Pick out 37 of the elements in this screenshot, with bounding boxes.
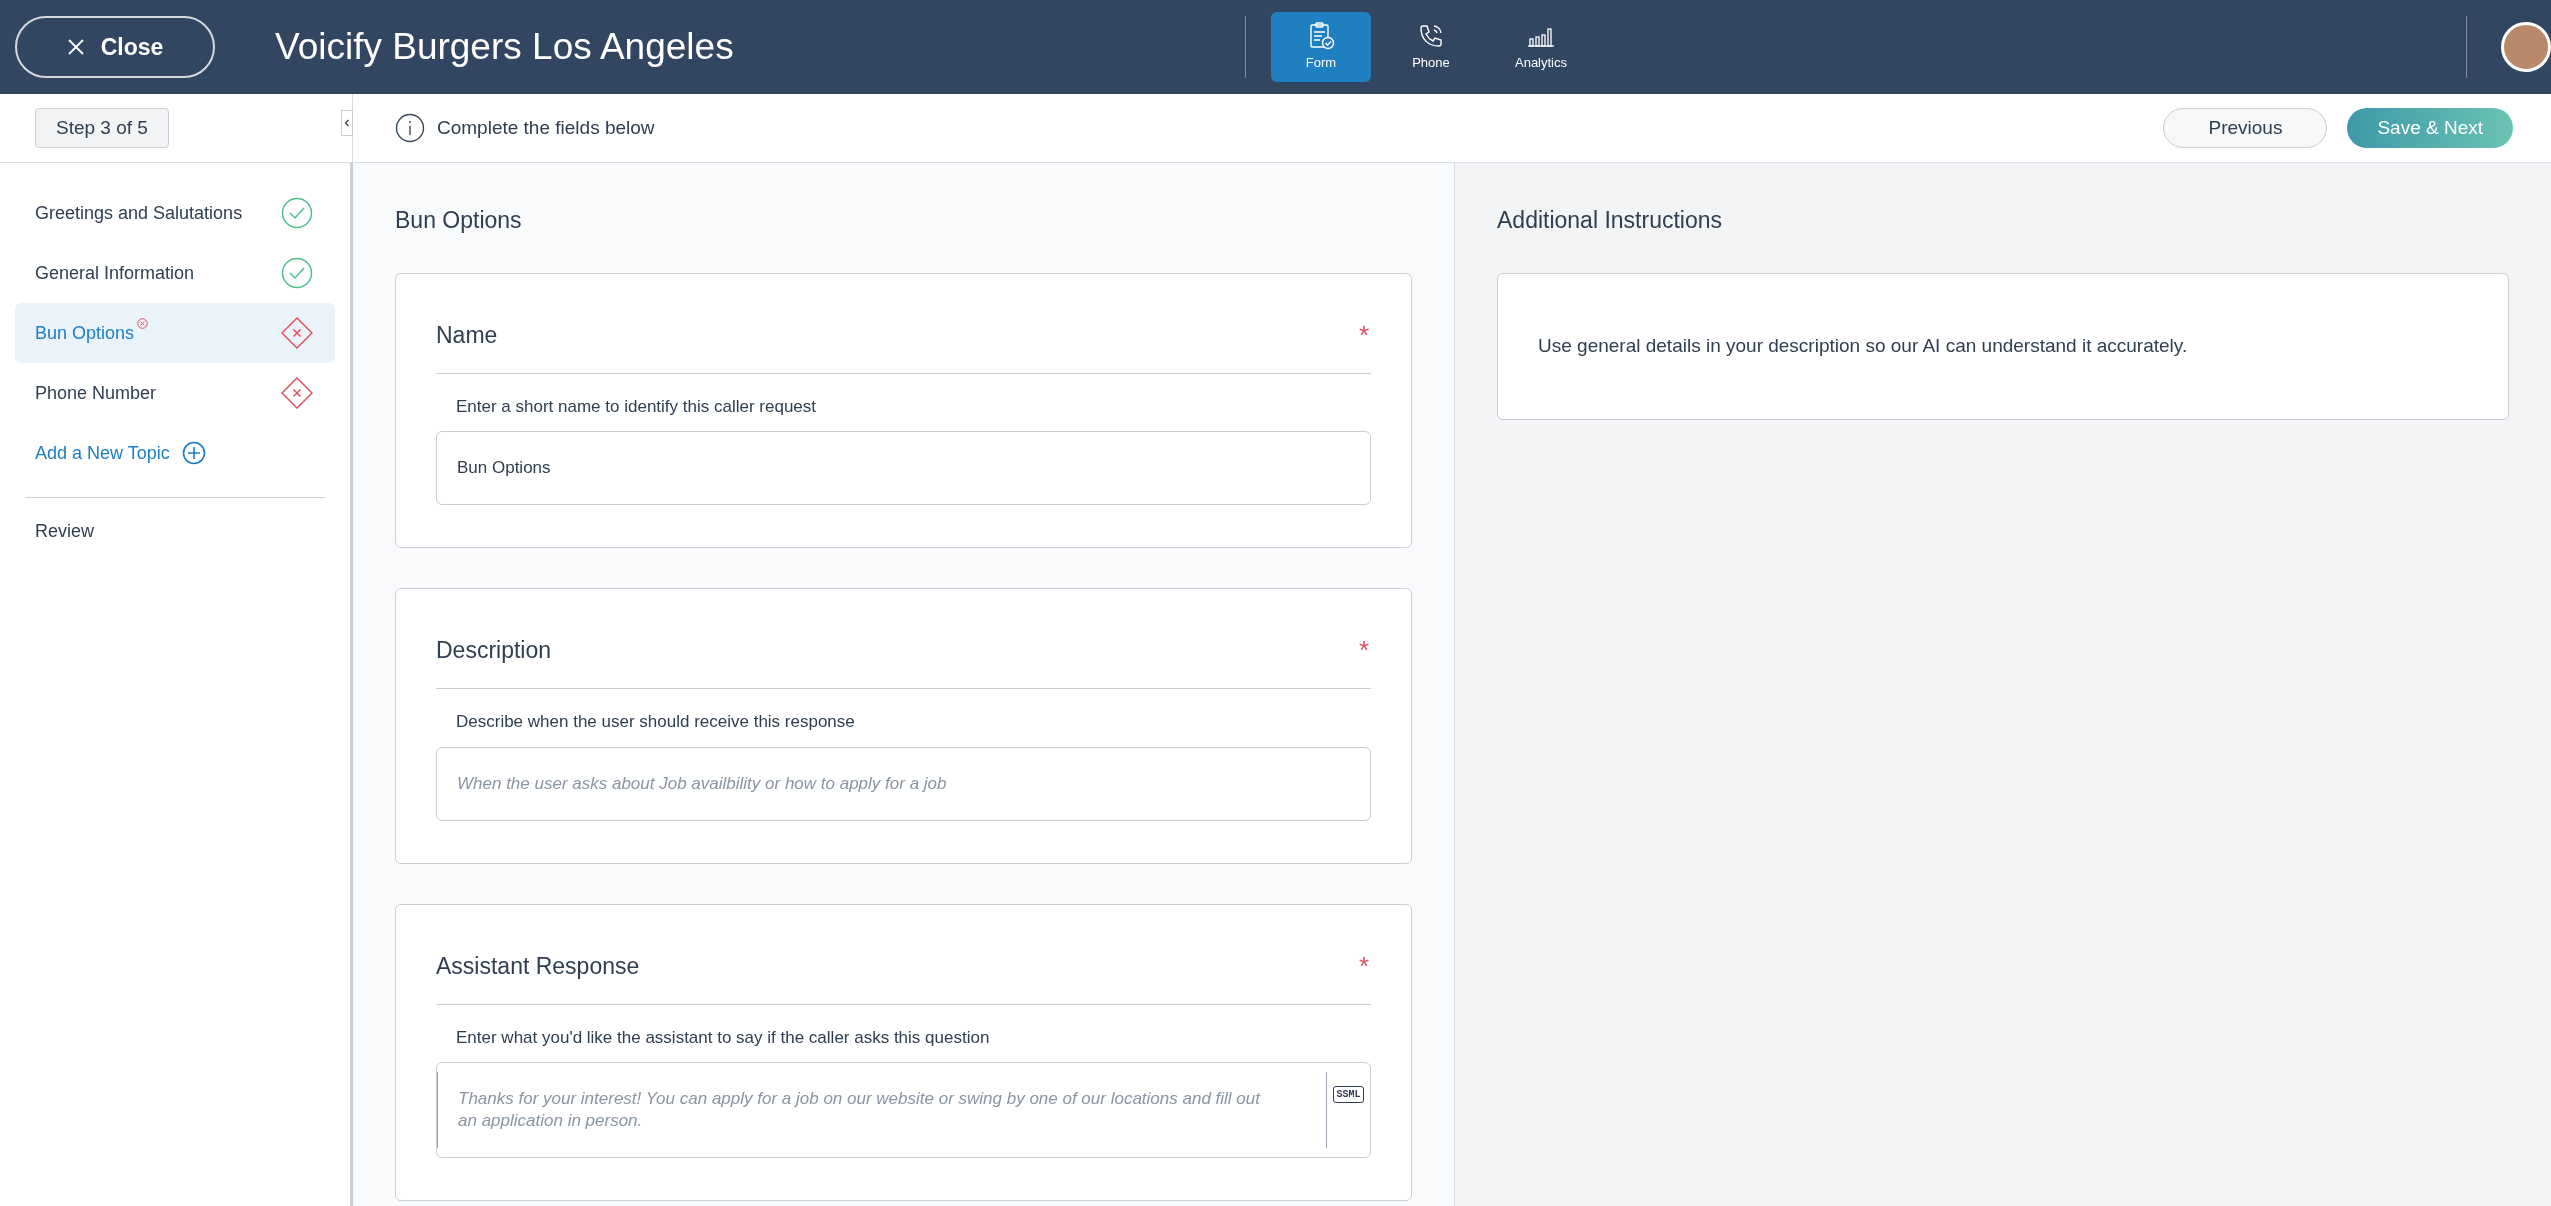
sidebar-item[interactable]: Greetings and Salutations: [15, 183, 335, 243]
sidebar-item[interactable]: Phone Number: [15, 363, 335, 423]
instruction-text: Complete the fields below: [437, 115, 655, 140]
info-icon: [395, 113, 425, 143]
field-hint: Enter a short name to identify this caller request: [456, 395, 817, 418]
plus-circle-icon: [181, 441, 206, 465]
chevron-left-icon: [344, 119, 350, 127]
collapse-button[interactable]: [341, 110, 353, 136]
page-title: Voicify Burgers Los Angeles: [275, 25, 734, 70]
field-hint: Describe when the user should receive this response: [456, 711, 856, 733]
close-button[interactable]: Close: [15, 16, 215, 78]
field-title: Assistant Response: [436, 951, 640, 981]
sidebar-item[interactable]: General Information: [15, 243, 335, 303]
review-link[interactable]: Review: [15, 518, 335, 545]
step-indicator: Step 3 of 5: [35, 108, 169, 148]
sidebar-item[interactable]: Bun Options: [15, 303, 335, 363]
response-field[interactable]: Thanks for your interest! You can apply for a job on our website or swing by one of our locations and fill out an application in person. SSML: [436, 1062, 1371, 1158]
nav-tab[interactable]: Form: [1271, 12, 1371, 82]
panel-heading: Additional Instructions: [1497, 206, 1723, 235]
section-heading: Bun Options: [395, 206, 523, 235]
text-field[interactable]: Bun Options: [436, 431, 1371, 505]
text-field[interactable]: When the user asks about Job availbility or how to apply for a job: [436, 746, 1371, 821]
nav-tab[interactable]: Analytics: [1491, 12, 1591, 82]
nav-tab[interactable]: Phone: [1381, 12, 1481, 82]
placeholder-text: Thanks for your interest! You can apply for a job on our website or swing by one of our locations and fill out an application in person.: [458, 1088, 1262, 1132]
previous-button[interactable]: Previous: [2163, 108, 2328, 148]
instructions-text: Use general details in your description so our AI can understand it accurately.: [1538, 333, 2188, 358]
user-avatar[interactable]: [2501, 22, 2551, 72]
required-asterisk: *: [1358, 318, 1369, 352]
field-title: Name: [436, 320, 498, 350]
add-topic-link[interactable]: Add a New Topic: [15, 423, 335, 483]
required-asterisk: *: [1358, 949, 1369, 983]
ssml-button[interactable]: SSML: [1333, 1086, 1364, 1103]
field-title: Description: [436, 636, 552, 666]
close-icon: [66, 38, 85, 56]
required-asterisk: *: [1358, 634, 1369, 667]
field-hint: Enter what you'd like the assistant to say if the caller asks this question: [456, 1026, 991, 1049]
